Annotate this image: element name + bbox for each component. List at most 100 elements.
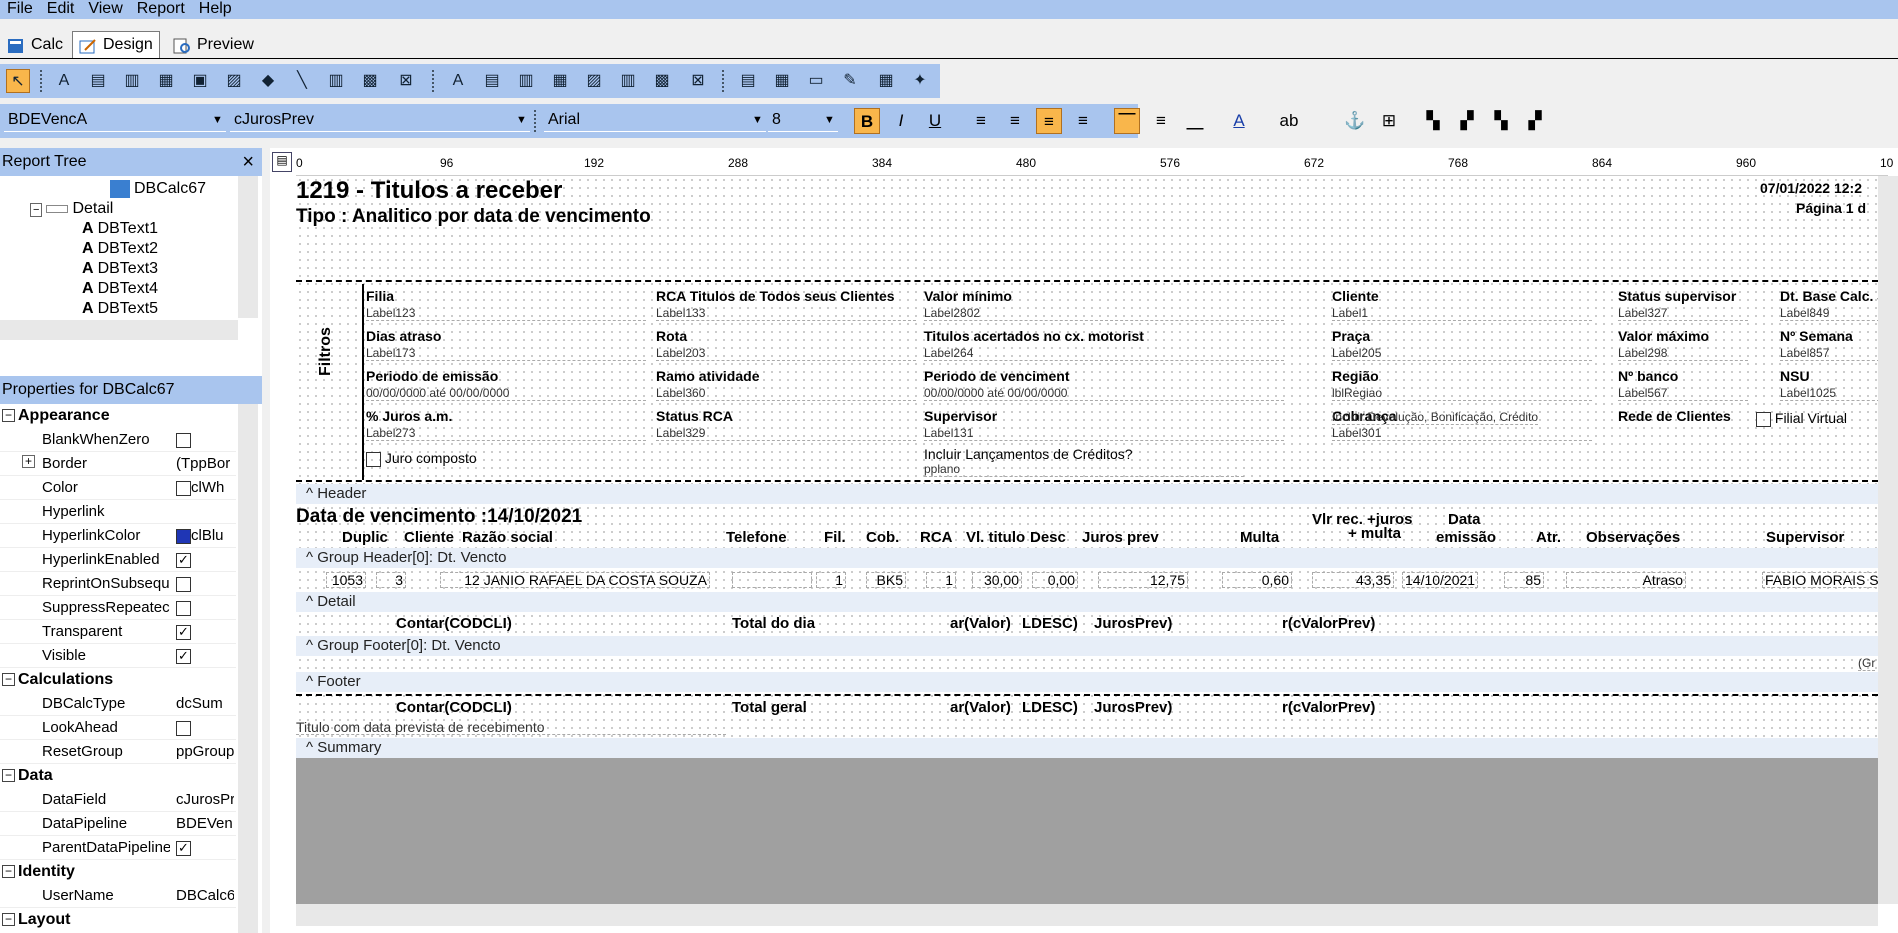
dbcalc-tool-icon[interactable]: ▦ [548, 69, 572, 93]
valign-bottom-icon[interactable]: ⎽ [1182, 108, 1208, 134]
props-vscroll[interactable] [238, 404, 258, 933]
summary-cell[interactable]: Total geral [732, 700, 807, 716]
crosstab-tool-icon[interactable]: ▭ [804, 69, 828, 93]
page-number[interactable]: Página 1 d [1796, 200, 1866, 216]
detail-cell[interactable]: BK5 [866, 572, 906, 588]
column-header[interactable]: Fil. [824, 530, 846, 546]
border-icon[interactable]: ⊞ [1376, 108, 1402, 134]
group-footer-cell[interactable]: Contar(CODCLI) [396, 616, 512, 632]
detail-cell[interactable] [732, 572, 812, 588]
filter-value[interactable]: lblRegiao [1332, 386, 1592, 401]
systemvar-tool-icon[interactable]: ▦ [154, 69, 178, 93]
prop-row[interactable]: ReprintOnSubsequ [0, 572, 236, 596]
subreport-tool-icon[interactable]: ▤ [736, 69, 760, 93]
detail-cell[interactable]: 1 [816, 572, 846, 588]
summary-cell[interactable]: Contar(CODCLI) [396, 700, 512, 716]
align-center-icon[interactable]: ≡ [1002, 108, 1028, 134]
detail-cell[interactable]: 30,00 [972, 572, 1022, 588]
wizard-tool-icon[interactable]: ✦ [908, 69, 932, 93]
filter-value[interactable]: 00/00/0000 até 00/00/0000 [924, 386, 1284, 401]
filter-label[interactable]: Cliente [1332, 288, 1379, 304]
column-header[interactable]: RCA [920, 530, 953, 546]
filter-value[interactable]: Label264 [924, 346, 1284, 361]
filter-label[interactable]: Status supervisor [1618, 288, 1736, 304]
filter-value[interactable]: Label133 [656, 306, 916, 321]
filter-value[interactable]: Label849 [1780, 306, 1880, 321]
filter-value[interactable]: Label329 [656, 426, 916, 441]
detail-cell[interactable]: 0,00 [1032, 572, 1078, 588]
tree-hscroll[interactable] [0, 320, 238, 340]
detail-cell[interactable]: 12,75 [1098, 572, 1188, 588]
incluir-lancamentos[interactable]: Incluir Lançamentos de Créditos? [924, 446, 1133, 462]
column-header[interactable]: Vl. titulo [966, 530, 1025, 546]
filter-value[interactable]: Label301 [1332, 426, 1592, 441]
filter-label[interactable]: RCA Titulos de Todos seus Clientes [656, 288, 895, 304]
column-header[interactable]: Juros prev [1082, 530, 1159, 546]
band-summary[interactable]: ^ Summary [296, 738, 1878, 758]
summary-cell[interactable]: LDESC) [1022, 700, 1078, 716]
select-arrow-icon[interactable]: ↖ [6, 69, 30, 93]
filter-label[interactable]: Filia [366, 288, 394, 304]
summary-cell[interactable]: JurosPrev) [1094, 700, 1172, 716]
prop-row[interactable]: HyperlinkColor clBlu [0, 524, 236, 548]
prop-row[interactable]: LookAhead [0, 716, 236, 740]
data-vencimento[interactable]: Data de vencimento :14/10/2021 [296, 506, 582, 528]
prop-row[interactable]: DBCalcType dcSum [0, 692, 236, 716]
tab-preview[interactable]: Preview [166, 31, 261, 58]
column-header[interactable]: + multa [1348, 526, 1401, 542]
font-size-combo[interactable]: 8 ▼ [768, 108, 838, 132]
report-title[interactable]: 1219 - Titulos a receber [296, 178, 562, 204]
filter-value[interactable]: Label327 [1618, 306, 1748, 321]
column-header[interactable]: Desc [1030, 530, 1066, 546]
pipeline-combo[interactable]: BDEVencA ▼ [4, 108, 226, 132]
tree-item-dbtext4[interactable]: A DBText4 [82, 280, 158, 298]
send-back-icon[interactable]: ▞ [1454, 108, 1480, 134]
image-tool-icon[interactable]: ▨ [222, 69, 246, 93]
filter-value[interactable]: Label857 [1780, 346, 1880, 361]
cat-data[interactable]: − Data [0, 764, 236, 788]
dbmemo-tool-icon[interactable]: ▤ [480, 69, 504, 93]
group-footer-cell[interactable]: r(cValorPrev) [1282, 616, 1375, 632]
filter-value[interactable]: Label203 [656, 346, 916, 361]
region-tool-icon[interactable]: ⊠ [394, 69, 418, 93]
chart-tool-icon[interactable]: ▩ [358, 69, 382, 93]
pplano-field[interactable]: pplano [924, 462, 1244, 477]
tab-design[interactable]: Design [72, 31, 160, 58]
menu-report[interactable]: Report [130, 1, 192, 17]
filter-label[interactable]: Nº Semana [1780, 328, 1853, 344]
column-header[interactable]: Atr. [1536, 530, 1561, 546]
filter-label[interactable]: Titulos acertados no cx. motorist [924, 328, 1144, 344]
band-header[interactable]: ^ Header [296, 484, 1878, 504]
prop-row[interactable]: Hyperlink [0, 500, 236, 524]
filter-value[interactable]: Label298 [1618, 346, 1748, 361]
pen-tool-icon[interactable]: ✎ [838, 69, 862, 93]
filter-label[interactable]: Dias atraso [366, 328, 441, 344]
menu-edit[interactable]: Edit [40, 1, 82, 17]
group-footer-cell[interactable]: JurosPrev) [1094, 616, 1172, 632]
tree-item-dbcalc67[interactable]: DBCalc67 [110, 180, 206, 198]
table-tool-icon[interactable]: ▦ [770, 69, 794, 93]
prop-row[interactable]: HyperlinkEnabled ✓ [0, 548, 236, 572]
dbimage-tool-icon[interactable]: ▨ [582, 69, 606, 93]
variable-tool-icon[interactable]: ▣ [188, 69, 212, 93]
dbchart-tool-icon[interactable]: ▩ [650, 69, 674, 93]
detail-cell[interactable]: 3 [376, 572, 406, 588]
detail-cell[interactable]: 43,35 [1312, 572, 1394, 588]
column-header[interactable]: Supervisor [1766, 530, 1844, 546]
filter-label[interactable]: Rota [656, 328, 687, 344]
column-header[interactable]: Observações [1586, 530, 1680, 546]
filter-value[interactable]: Label205 [1332, 346, 1592, 361]
tree-vscroll[interactable] [238, 176, 258, 318]
prop-row[interactable]: Transparent ✓ [0, 620, 236, 644]
ruler-toggle-icon[interactable]: ▤ [272, 152, 292, 172]
detail-cell[interactable]: FABIO MORAIS SIL [1762, 572, 1892, 588]
grid-tool-icon[interactable]: ▦ [874, 69, 898, 93]
filter-label[interactable]: Supervisor [924, 408, 997, 424]
band-footer[interactable]: ^ Footer [296, 672, 1878, 692]
dbregion-tool-icon[interactable]: ⊠ [686, 69, 710, 93]
prop-row[interactable]: ParentDataPipeline ✓ [0, 836, 236, 860]
column-header[interactable]: Telefone [726, 530, 787, 546]
richtext-tool-icon[interactable]: ▥ [120, 69, 144, 93]
shape-tool-icon[interactable]: ◆ [256, 69, 280, 93]
column-header[interactable]: emissão [1436, 530, 1496, 546]
